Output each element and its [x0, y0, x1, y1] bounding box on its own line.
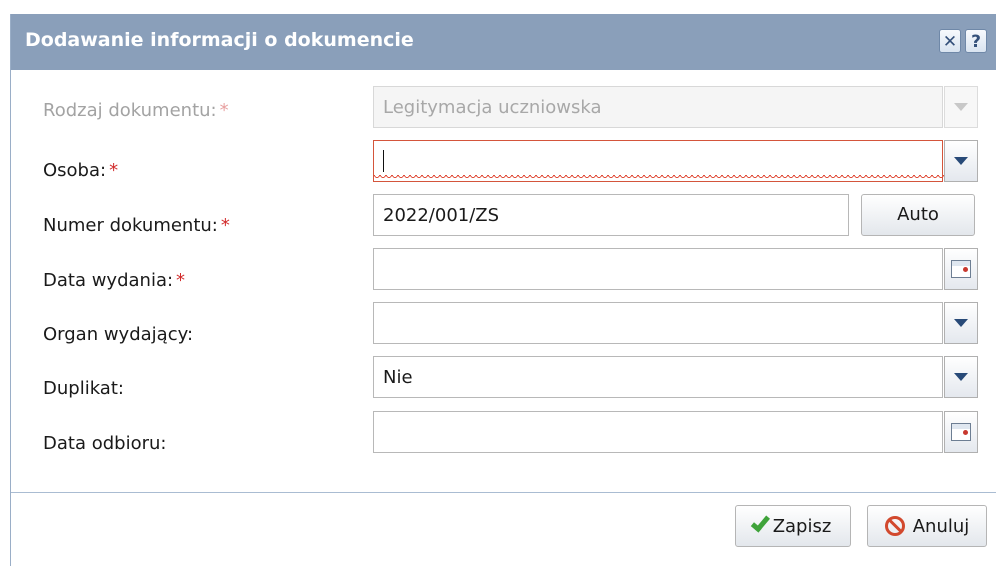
document-number-value: 2022/001/ZS: [383, 205, 500, 226]
help-icon: ?: [971, 32, 981, 52]
required-marker: *: [220, 215, 230, 236]
help-button[interactable]: ?: [965, 29, 987, 53]
close-button[interactable]: ✕: [939, 29, 961, 53]
pickup-date-input[interactable]: [373, 411, 978, 453]
cancel-button[interactable]: Anuluj: [867, 505, 987, 547]
cancel-button-label: Anuluj: [912, 515, 970, 537]
duplicate-dropdown-trigger[interactable]: [944, 356, 978, 398]
cancel-icon: [884, 516, 905, 536]
issue-date-input[interactable]: [373, 248, 978, 290]
save-button-label: Zapisz: [772, 515, 832, 537]
issue-date-label: Data wydania: *: [43, 270, 186, 291]
pickup-date-label: Data odbioru:: [43, 433, 167, 454]
required-marker: *: [109, 160, 119, 181]
calendar-icon: [951, 260, 971, 278]
validation-error-underline: [374, 175, 944, 181]
document-type-dropdown-trigger: [944, 86, 978, 128]
dialog-title: Dodawanie informacji o dokumencie: [25, 29, 414, 51]
required-marker: *: [176, 270, 186, 291]
document-info-dialog: Dodawanie informacji o dokumencie ✕ ? Ro…: [10, 14, 996, 566]
save-button[interactable]: Zapisz: [735, 505, 851, 547]
issuing-authority-label: Organ wydający:: [43, 324, 194, 345]
person-label: Osoba: *: [43, 160, 119, 181]
chevron-down-icon: [954, 319, 968, 327]
document-number-input[interactable]: 2022/001/ZS: [373, 194, 849, 236]
text-cursor: [383, 150, 384, 172]
document-type-label: Rodzaj dokumentu: *: [43, 100, 229, 121]
document-type-value: Legitymacja uczniowska: [383, 97, 602, 118]
chevron-down-icon: [954, 157, 968, 165]
chevron-down-icon: [954, 373, 968, 381]
duplicate-select[interactable]: Nie: [373, 356, 978, 398]
chevron-down-icon: [954, 103, 968, 111]
footer-divider: [11, 492, 996, 493]
issuing-authority-dropdown-trigger[interactable]: [944, 302, 978, 344]
duplicate-value: Nie: [383, 367, 413, 388]
pickup-date-picker-button[interactable]: [944, 411, 978, 453]
auto-number-button[interactable]: Auto: [861, 194, 975, 236]
person-dropdown-trigger[interactable]: [944, 140, 978, 182]
document-number-label: Numer dokumentu: *: [43, 215, 230, 236]
close-icon: ✕: [942, 32, 958, 52]
document-type-select: Legitymacja uczniowska: [373, 86, 978, 128]
checkmark-icon: [750, 512, 770, 533]
dialog-titlebar: Dodawanie informacji o dokumencie ✕ ?: [11, 14, 996, 70]
duplicate-label: Duplikat:: [43, 378, 124, 399]
person-combobox[interactable]: [373, 140, 978, 182]
issue-date-picker-button[interactable]: [944, 248, 978, 290]
required-marker: *: [219, 100, 229, 121]
issuing-authority-select[interactable]: [373, 302, 978, 344]
calendar-icon: [951, 423, 971, 441]
